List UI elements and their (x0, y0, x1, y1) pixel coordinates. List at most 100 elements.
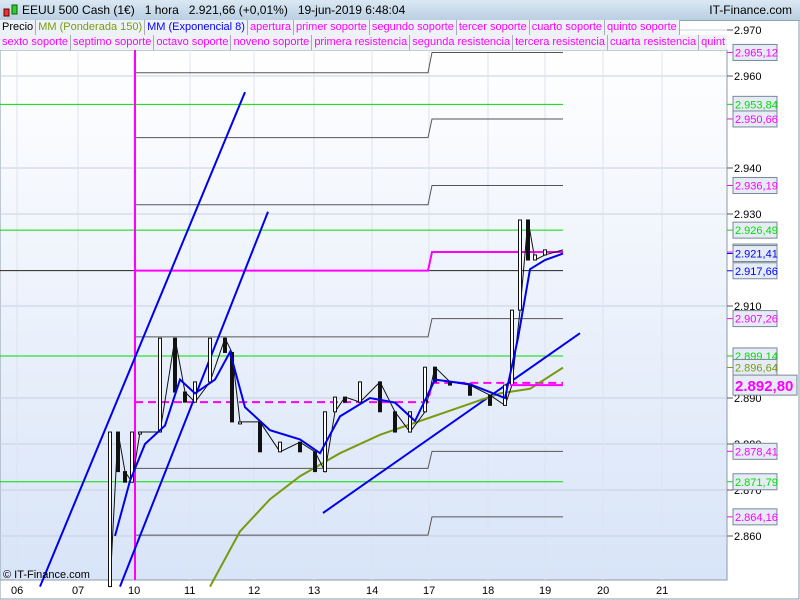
candle (130, 431, 134, 483)
legend-item[interactable]: cuarta resistencia (608, 35, 700, 50)
candle (313, 451, 317, 473)
price-label-box (732, 110, 778, 128)
ma150-line (209, 366, 564, 588)
legend-item[interactable]: MM (Ponderada 150) (36, 20, 146, 35)
candle (158, 337, 162, 433)
plot-area (0, 49, 728, 581)
price-label-box (732, 221, 778, 239)
x-tick-label: 21 (656, 585, 668, 597)
candle (518, 219, 522, 311)
legend-item[interactable]: cuarto soporte (530, 20, 606, 35)
ema8-line (114, 252, 564, 537)
y-tick-label: 2.930 (734, 209, 762, 221)
legend-row-2: sexto soporte septimo soporte octavo sopor… (0, 35, 727, 50)
x-tick-label: 17 (423, 585, 435, 597)
candle (393, 411, 397, 433)
last-price-label: 2.892,80 (735, 378, 793, 395)
trendline (39, 91, 246, 587)
legend-item[interactable]: noveno soporte (231, 35, 313, 50)
trendline (119, 211, 269, 587)
legend-item[interactable]: tercer soporte (457, 20, 530, 35)
legend-item[interactable]: segunda resistencia (410, 35, 514, 50)
price-label: 2.896,64 (735, 362, 778, 374)
price-label-box (732, 508, 778, 526)
price-label-box (732, 347, 778, 365)
legend-item[interactable]: MM (Exponencial 8) (145, 20, 248, 35)
candle (108, 431, 112, 588)
y-tick-label: 2.860 (734, 531, 762, 543)
price-label: 2.950,66 (735, 114, 778, 126)
legend-item[interactable]: primera resistencia (312, 35, 411, 50)
legend-item[interactable]: septimo soporte (71, 35, 155, 50)
x-tick-label: 19 (539, 585, 551, 597)
y-tick-label: 2.910 (734, 301, 762, 313)
candle (423, 366, 427, 413)
candle (123, 471, 127, 483)
legend-item[interactable]: segundo soporte (370, 20, 457, 35)
price-label: 2.878,41 (735, 446, 778, 458)
candle (208, 337, 212, 383)
price-label: 2.917,66 (735, 266, 778, 278)
price-label-box (732, 95, 778, 113)
legend-item[interactable]: quinto soporte (605, 20, 680, 35)
legend-item[interactable]: quint (699, 35, 727, 50)
legend-item[interactable]: Precio (0, 20, 37, 35)
candle (533, 254, 537, 261)
candle (278, 441, 282, 453)
price-label: 2.936,19 (735, 181, 778, 193)
y-tick-label: 2.870 (734, 485, 762, 497)
x-tick-label: 20 (597, 585, 609, 597)
candle (468, 384, 472, 396)
x-tick-label: 06 (11, 585, 23, 597)
candle (298, 441, 302, 453)
candle (230, 351, 234, 423)
x-tick-label: 12 (248, 585, 260, 597)
price-label: 2.965,12 (735, 47, 778, 59)
pivot-level-line (135, 318, 563, 338)
legend-item[interactable]: sexto soporte (0, 35, 72, 50)
pivot-level-line (135, 381, 563, 404)
price-label-box (732, 245, 778, 263)
title-bar: EEUU 500 Cash (1€) 1 hora 2.921,66 (+0,0… (0, 0, 800, 21)
price-label-box (732, 262, 778, 280)
candle (173, 337, 177, 393)
legend-item[interactable]: octavo soporte (154, 35, 232, 50)
y-tick-label: 2.880 (734, 439, 762, 451)
pivot-level-line (135, 251, 563, 272)
x-tick-label: 07 (72, 585, 84, 597)
x-tick-label: 13 (308, 585, 320, 597)
price-label: 2.921,41 (735, 249, 778, 261)
y-tick-label: 2.940 (734, 163, 762, 175)
price-label-box (732, 442, 778, 460)
candle (323, 411, 327, 473)
candle (358, 381, 362, 403)
legend-item[interactable]: apertura (248, 20, 294, 35)
legend-row-1: Precio MM (Ponderada 150) MM (Exponencial … (0, 20, 680, 35)
y-tick-label: 2.960 (734, 71, 762, 83)
candle (333, 396, 337, 413)
candle (183, 391, 187, 403)
price-label: 2.921,73 (735, 247, 778, 259)
candle (238, 421, 242, 425)
frame (0, 0, 800, 600)
candle (433, 366, 437, 383)
x-tick-label: 11 (184, 585, 195, 597)
price-chart[interactable]: 2.970 2.960 2.940 2.930 2.910 2.890 2.880 2.870… (0, 0, 800, 600)
candle (378, 381, 382, 413)
candle (116, 431, 120, 473)
pivot-level-line (135, 118, 563, 139)
x-tick-label: 18 (482, 585, 494, 597)
candle (138, 431, 142, 435)
price-line (109, 219, 564, 587)
candle (448, 381, 452, 386)
legend-item[interactable]: primer soporte (294, 20, 370, 35)
candle (343, 396, 347, 403)
price-label: 2.926,49 (735, 225, 778, 237)
last-price-box (732, 374, 798, 396)
candle (258, 421, 262, 453)
brand: IT-Finance.com (709, 3, 792, 17)
legend-item[interactable]: tercera resistencia (513, 35, 608, 50)
y-tick-label: 2.970 (734, 25, 762, 37)
candle (193, 381, 197, 403)
price-label: 2.871,79 (735, 477, 778, 489)
